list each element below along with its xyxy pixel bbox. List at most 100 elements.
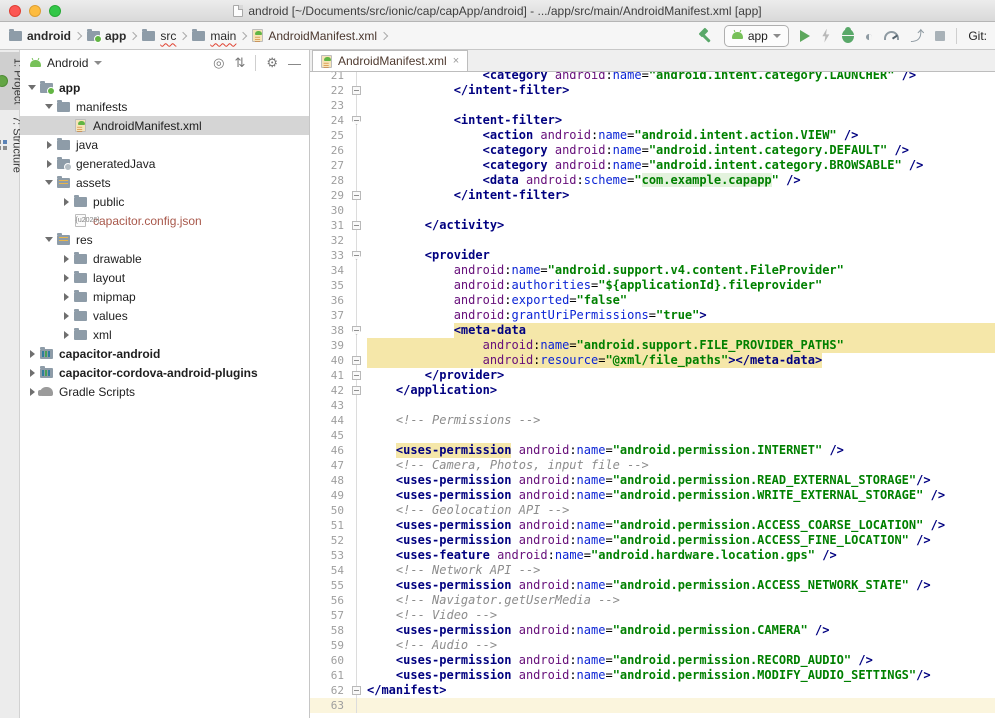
code-line-text[interactable]: <category android:name="android.intent.c…: [364, 143, 995, 158]
code-line[interactable]: 30: [310, 203, 995, 218]
code-line-text[interactable]: <uses-permission android:name="android.p…: [364, 443, 995, 458]
chevron-right-icon[interactable]: [43, 141, 55, 149]
minimize-window-icon[interactable]: [29, 5, 41, 17]
breadcrumb-item-main[interactable]: main: [189, 29, 239, 43]
code-line[interactable]: 57 <!-- Video -->: [310, 608, 995, 623]
tree-item[interactable]: drawable: [20, 249, 309, 268]
code-line[interactable]: 35 android:authorities="${applicationId}…: [310, 278, 995, 293]
tab-androidmanifest[interactable]: AndroidManifest.xml ×: [312, 50, 468, 71]
tree-item[interactable]: manifests: [20, 97, 309, 116]
tree-item[interactable]: Gradle Scripts: [20, 382, 309, 401]
tree-item[interactable]: layout: [20, 268, 309, 287]
code-line[interactable]: 39 android:name="android.support.FILE_PR…: [310, 338, 995, 353]
code-line[interactable]: 52 <uses-permission android:name="androi…: [310, 533, 995, 548]
chevron-right-icon[interactable]: [60, 293, 72, 301]
fold-end-icon[interactable]: [352, 371, 361, 380]
code-line-text[interactable]: [364, 233, 995, 248]
code-line[interactable]: 25 <action android:name="android.intent.…: [310, 128, 995, 143]
tree-item[interactable]: xml: [20, 325, 309, 344]
chevron-right-icon[interactable]: [43, 160, 55, 168]
code-line[interactable]: 48 <uses-permission android:name="androi…: [310, 473, 995, 488]
code-line-text[interactable]: <!-- Geolocation API -->: [364, 503, 995, 518]
tree-item[interactable]: generatedJava: [20, 154, 309, 173]
locate-file-icon[interactable]: ◎: [213, 55, 224, 71]
chevron-right-icon[interactable]: [60, 255, 72, 263]
code-line[interactable]: 56 <!-- Navigator.getUserMedia -->: [310, 593, 995, 608]
tree-item[interactable]: capacitor-android: [20, 344, 309, 363]
code-line-text[interactable]: <action android:name="android.intent.act…: [364, 128, 995, 143]
git-label[interactable]: Git:: [968, 29, 987, 43]
code-line-text[interactable]: [364, 428, 995, 443]
code-line[interactable]: 41 </provider>: [310, 368, 995, 383]
code-line-text[interactable]: [364, 98, 995, 113]
code-line[interactable]: 58 <uses-permission android:name="androi…: [310, 623, 995, 638]
chevron-right-icon[interactable]: [60, 198, 72, 206]
tree-item[interactable]: java: [20, 135, 309, 154]
code-line-text[interactable]: <uses-permission android:name="android.p…: [364, 473, 995, 488]
code-line[interactable]: 61 <uses-permission android:name="androi…: [310, 668, 995, 683]
hide-panel-icon[interactable]: —: [288, 56, 301, 71]
run-config-selector[interactable]: app: [724, 25, 789, 47]
fold-collapse-icon[interactable]: [352, 326, 361, 335]
code-line[interactable]: 21 <category android:name="android.inten…: [310, 72, 995, 83]
tree-item[interactable]: assets: [20, 173, 309, 192]
chevron-down-icon[interactable]: [43, 180, 55, 185]
breadcrumb-item-androidmanifest-xml[interactable]: AndroidManifest.xml: [249, 29, 380, 43]
build-hammer-icon[interactable]: [697, 28, 713, 44]
code-line[interactable]: 37 android:grantUriPermissions="true">: [310, 308, 995, 323]
code-line-text[interactable]: </activity>: [364, 218, 995, 233]
code-line[interactable]: 55 <uses-permission android:name="androi…: [310, 578, 995, 593]
code-line-text[interactable]: <!-- Network API -->: [364, 563, 995, 578]
code-line[interactable]: 46 <uses-permission android:name="androi…: [310, 443, 995, 458]
code-line-text[interactable]: </provider>: [364, 368, 995, 383]
tree-item[interactable]: AndroidManifest.xml: [20, 116, 309, 135]
code-line-text[interactable]: <uses-permission android:name="android.p…: [364, 623, 995, 638]
code-line[interactable]: 44 <!-- Permissions -->: [310, 413, 995, 428]
code-line-text[interactable]: <data android:scheme="com.example.capapp…: [364, 173, 995, 188]
tree-item[interactable]: app: [20, 78, 309, 97]
code-line[interactable]: 28 <data android:scheme="com.example.cap…: [310, 173, 995, 188]
fold-end-icon[interactable]: [352, 191, 361, 200]
fold-end-icon[interactable]: [352, 386, 361, 395]
code-line-text[interactable]: android:authorities="${applicationId}.fi…: [364, 278, 995, 293]
code-line[interactable]: 43: [310, 398, 995, 413]
code-line-text[interactable]: <!-- Camera, Photos, input file -->: [364, 458, 995, 473]
chevron-right-icon[interactable]: [60, 312, 72, 320]
attach-debugger-icon[interactable]: ⤴: [910, 29, 924, 43]
code-line-text[interactable]: android:name="android.support.FILE_PROVI…: [364, 338, 995, 353]
code-line[interactable]: 40 android:resource="@xml/file_paths"></…: [310, 353, 995, 368]
code-line-text[interactable]: android:grantUriPermissions="true">: [364, 308, 995, 323]
fold-collapse-icon[interactable]: [352, 251, 361, 260]
chevron-right-icon[interactable]: [60, 274, 72, 282]
chevron-right-icon[interactable]: [26, 388, 38, 396]
code-line-text[interactable]: <!-- Video -->: [364, 608, 995, 623]
code-line[interactable]: 51 <uses-permission android:name="androi…: [310, 518, 995, 533]
code-line-text[interactable]: <!-- Permissions -->: [364, 413, 995, 428]
code-line[interactable]: 42 </application>: [310, 383, 995, 398]
code-line[interactable]: 59 <!-- Audio -->: [310, 638, 995, 653]
code-line[interactable]: 62</manifest>: [310, 683, 995, 698]
code-line-text[interactable]: <uses-permission android:name="android.p…: [364, 578, 995, 593]
tree-item[interactable]: values: [20, 306, 309, 325]
code-line[interactable]: 34 android:name="android.support.v4.cont…: [310, 263, 995, 278]
code-line[interactable]: 24 <intent-filter>: [310, 113, 995, 128]
tree-item[interactable]: capacitor.config.json: [20, 211, 309, 230]
collapse-all-icon[interactable]: ⇅: [234, 55, 245, 71]
chevron-right-icon[interactable]: [60, 331, 72, 339]
code-line[interactable]: 27 <category android:name="android.inten…: [310, 158, 995, 173]
code-line-text[interactable]: android:exported="false": [364, 293, 995, 308]
code-line[interactable]: 32: [310, 233, 995, 248]
project-view-selector[interactable]: Android: [47, 56, 88, 70]
code-line-text[interactable]: </intent-filter>: [364, 188, 995, 203]
code-line-text[interactable]: android:resource="@xml/file_paths"></met…: [364, 353, 995, 368]
breadcrumb-item-src[interactable]: src: [139, 29, 179, 43]
code-line[interactable]: 38 <meta-data: [310, 323, 995, 338]
fold-end-icon[interactable]: [352, 221, 361, 230]
close-tab-icon[interactable]: ×: [453, 56, 459, 67]
breadcrumb-item-app[interactable]: app: [84, 29, 129, 43]
code-line-text[interactable]: </manifest>: [364, 683, 995, 698]
code-line[interactable]: 26 <category android:name="android.inten…: [310, 143, 995, 158]
code-line-text[interactable]: <uses-feature android:name="android.hard…: [364, 548, 995, 563]
fold-end-icon[interactable]: [352, 356, 361, 365]
code-line-text[interactable]: <uses-permission android:name="android.p…: [364, 533, 995, 548]
